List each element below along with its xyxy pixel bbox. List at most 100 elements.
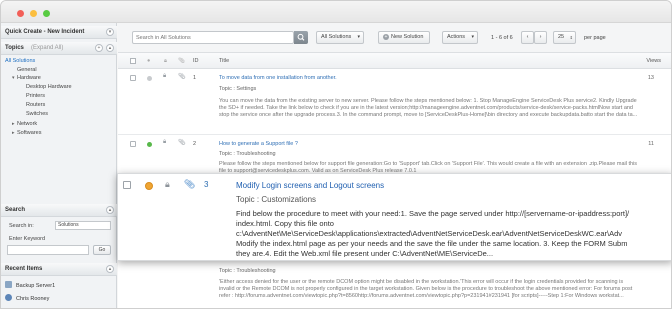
status-dot-icon: [145, 182, 153, 190]
quick-create-label: Quick Create - New Incident: [5, 29, 85, 35]
per-page-value: 25: [558, 34, 565, 40]
table-header: ● 🔒︎ 📎︎ ID Title Views: [118, 53, 671, 69]
next-page-button[interactable]: ›: [534, 31, 547, 44]
row-checkbox[interactable]: [130, 75, 136, 81]
row-topic: Topic : Troubleshooting: [219, 151, 276, 157]
actions-dropdown[interactable]: Actions ▾: [442, 31, 478, 44]
user-icon: [5, 294, 12, 301]
keyword-input[interactable]: [7, 245, 89, 255]
row-id: 1: [193, 75, 197, 81]
tree-item-general[interactable]: General: [17, 67, 37, 73]
filter-dropdown[interactable]: All Solutions ▾: [316, 31, 364, 44]
chevron-updown-icon: ⇕: [569, 35, 573, 40]
server-icon: [5, 281, 12, 288]
chevron-down-icon[interactable]: ▾: [106, 28, 114, 36]
expand-toggle-icon[interactable]: ▸: [12, 121, 15, 127]
lock-icon: 🔒︎: [163, 73, 167, 79]
chevron-down-icon: ▾: [471, 34, 474, 40]
minimize-window-button[interactable]: [30, 10, 37, 17]
row-title-link[interactable]: How to generate a Support file ?: [219, 141, 298, 147]
expand-toggle-icon[interactable]: ▸: [12, 130, 15, 136]
recent-items-header: Recent Items ▴: [1, 263, 117, 276]
filter-label: All Solutions: [321, 34, 352, 40]
topics-hint[interactable]: (Expand All): [31, 45, 63, 51]
row-description: 'Either access denied for the user or th…: [219, 279, 633, 299]
recent-item-label: Backup Server1: [16, 283, 56, 289]
search-box[interactable]: [132, 31, 294, 44]
lock-icon: 🔒︎: [163, 139, 167, 145]
prev-page-button[interactable]: ‹: [521, 31, 534, 44]
add-icon: +: [383, 34, 389, 40]
tree-item-softwares[interactable]: Softwares: [17, 130, 41, 136]
row-description: You can move the data from the existing …: [219, 98, 638, 118]
search-section-label: Search: [5, 207, 26, 213]
column-views[interactable]: Views: [646, 58, 661, 64]
collapse-toggle-icon[interactable]: ▾: [12, 75, 15, 81]
main-content: All Solutions ▾ +New Solution Actions ▾ …: [118, 23, 671, 308]
row-title-link[interactable]: Modify Login screens and Logout screens: [236, 181, 384, 190]
topics-label: Topics: [5, 45, 24, 51]
zoom-window-button[interactable]: [43, 10, 50, 17]
status-column-icon: ●: [147, 58, 151, 64]
recent-item[interactable]: Backup Server1: [5, 281, 55, 289]
status-dot-icon: [147, 76, 152, 81]
chevron-up-icon[interactable]: ▴: [106, 206, 114, 214]
row-topic: Topic : Settings: [219, 86, 257, 92]
enter-keyword-label: Enter Keyword: [9, 236, 46, 242]
row-checkbox[interactable]: [123, 181, 131, 189]
column-title[interactable]: Title: [219, 58, 229, 64]
lock-icon: 🔒︎: [165, 179, 170, 189]
per-page-select[interactable]: 25 ⇕: [553, 31, 576, 44]
row-views: 11: [648, 141, 654, 147]
chevron-up-icon[interactable]: ▴: [106, 44, 114, 52]
search-icon: [297, 33, 305, 41]
search-input[interactable]: [133, 32, 281, 43]
attachment-icon: 📎︎: [178, 140, 186, 146]
go-button[interactable]: Go: [93, 245, 111, 255]
table-row[interactable]: 🔒︎ 📎︎ 1 To move data from one installati…: [118, 69, 671, 135]
tree-item-switches[interactable]: Switches: [26, 111, 48, 117]
tree-item-routers[interactable]: Routers: [26, 102, 45, 108]
recent-item[interactable]: Chris Rooney: [5, 294, 49, 302]
row-checkbox[interactable]: [130, 141, 136, 147]
row-description: Find below the procedure to meet with yo…: [236, 209, 630, 257]
chevron-up-icon[interactable]: ▴: [106, 265, 114, 273]
new-solution-button[interactable]: + New Solution: [378, 31, 430, 44]
window-titlebar: [1, 1, 671, 23]
search-button[interactable]: [294, 31, 308, 44]
attachment-column-icon: 📎︎: [178, 58, 185, 64]
tree-item-all-solutions[interactable]: All Solutions: [5, 58, 35, 64]
app-window: Quick Create - New Incident ▾ Topics (Ex…: [0, 0, 672, 309]
tree-item-hardware[interactable]: Hardware: [17, 75, 41, 81]
search-in-label: Search in:: [9, 223, 34, 229]
tree-item-printers[interactable]: Printers: [26, 93, 45, 99]
search-in-select[interactable]: Solutions: [55, 221, 111, 230]
row-topic: Topic : Troubleshooting: [219, 268, 276, 274]
search-in-value: Solutions: [58, 222, 79, 228]
status-dot-icon: [147, 142, 152, 147]
tree-item-desktop-hardware[interactable]: Desktop Hardware: [26, 84, 72, 90]
attachment-icon: 📎︎: [178, 74, 186, 80]
recent-item-label: Chris Rooney: [16, 296, 50, 302]
toolbar: All Solutions ▾ +New Solution Actions ▾ …: [118, 23, 671, 53]
column-id[interactable]: ID: [193, 58, 199, 64]
chevron-down-icon: ▾: [357, 34, 360, 40]
tree-item-network[interactable]: Network: [17, 121, 37, 127]
highlighted-solution-row[interactable]: 🔒︎ 📎︎ 3 Modify Login screens and Logout …: [117, 173, 671, 261]
pagination-range: 1 - 6 of 6: [491, 35, 513, 41]
attachment-icon[interactable]: 📎︎: [184, 179, 195, 190]
sidebar: Quick Create - New Incident ▾ Topics (Ex…: [1, 23, 117, 308]
row-id: 2: [193, 141, 197, 147]
select-all-checkbox[interactable]: [130, 58, 136, 64]
quick-create-header[interactable]: Quick Create - New Incident ▾: [1, 26, 117, 39]
table-row[interactable]: Topic : Troubleshooting 'Either access d…: [118, 261, 671, 308]
new-solution-label: New Solution: [391, 34, 424, 40]
row-topic: Topic : Customizations: [236, 195, 317, 204]
row-title-link[interactable]: To move data from one installation from …: [219, 75, 337, 81]
topics-header: Topics (Expand All) + ▴: [1, 42, 117, 55]
recent-items-label: Recent Items: [5, 266, 43, 272]
row-id: 3: [204, 180, 209, 189]
add-topic-icon[interactable]: +: [95, 44, 103, 52]
per-page-label: per page: [584, 35, 606, 41]
close-window-button[interactable]: [17, 10, 24, 17]
